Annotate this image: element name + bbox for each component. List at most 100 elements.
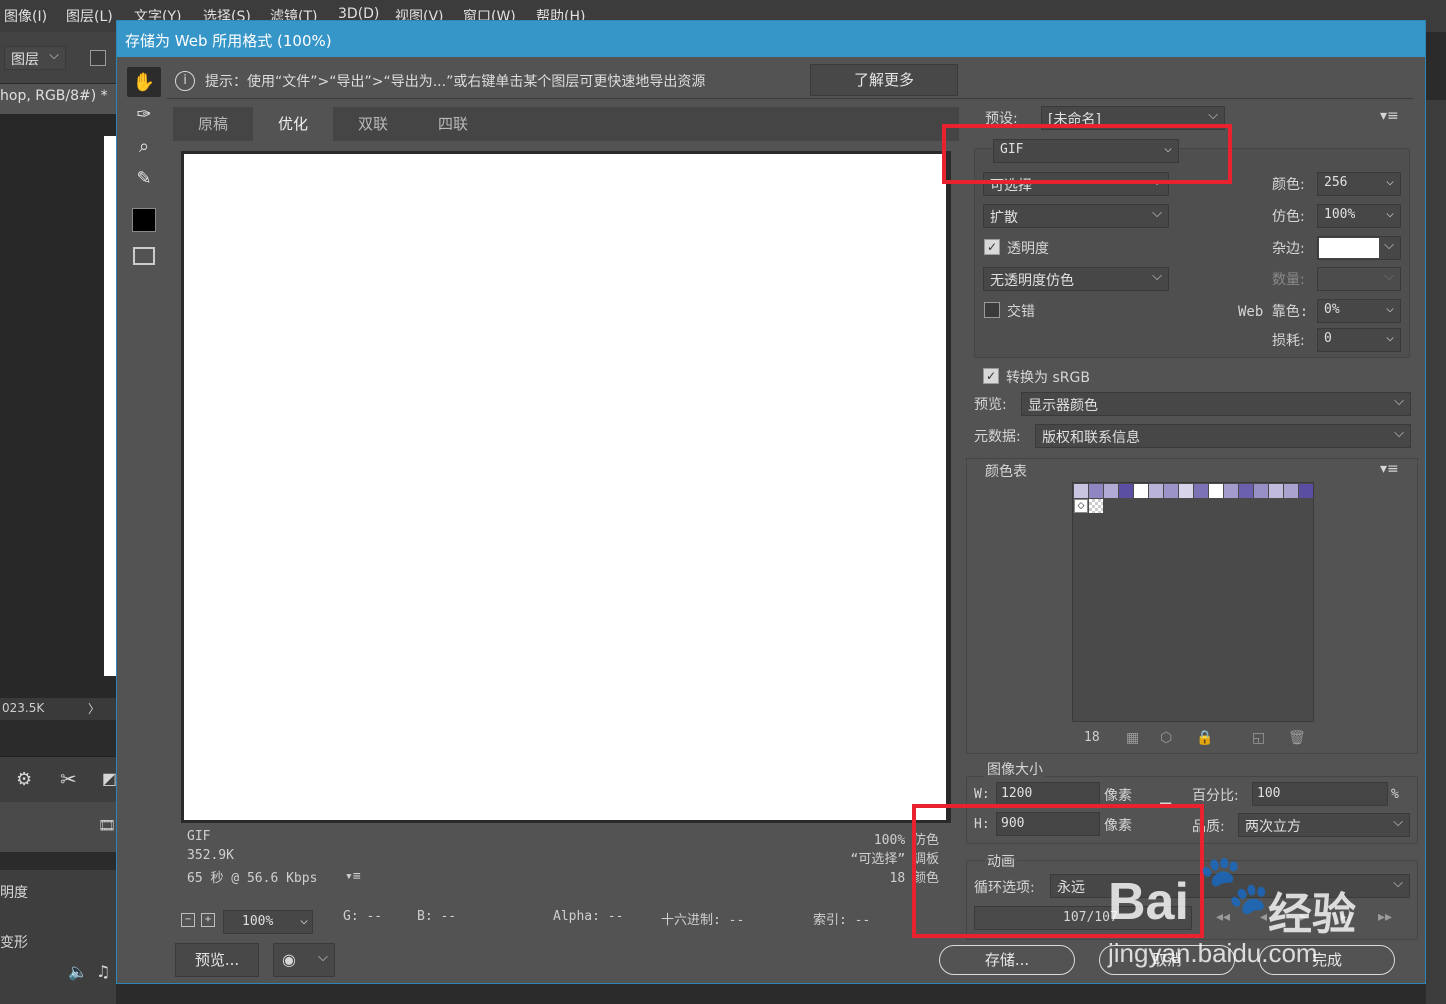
color-swatch[interactable] (1164, 484, 1178, 498)
scissors-icon[interactable]: ✂ (60, 767, 77, 791)
chevron-down-icon: ⌵ (300, 913, 308, 928)
width-input[interactable]: 1200 (996, 782, 1100, 806)
save-button[interactable]: 存储... (939, 945, 1075, 975)
eyedropper-tool-icon[interactable]: ✎ (127, 163, 161, 193)
dither-label: 仿色: (1272, 209, 1305, 225)
percent-input[interactable]: 100 (1252, 782, 1388, 806)
transparency-checkbox[interactable]: ✓ (984, 239, 1000, 255)
chevron-down-icon: ⌵ (1386, 206, 1394, 221)
quality-select[interactable]: 两次立方 ⌵ (1238, 813, 1410, 837)
interlaced-label: 交错 (1007, 304, 1035, 320)
color-swatch[interactable] (1104, 484, 1118, 498)
color-swatch[interactable] (1299, 484, 1313, 498)
tab-2up[interactable]: 双联 (333, 107, 413, 141)
colors-label: 颜色: (1272, 177, 1305, 193)
download-speed-menu-icon[interactable]: ▾≡ (345, 869, 361, 884)
auto-select-checkbox[interactable] (90, 50, 106, 66)
gear-icon[interactable]: ⚙ (16, 769, 32, 790)
dialog-title: 存储为 Web 所用格式 (100%) (125, 32, 332, 50)
color-swatch[interactable] (1089, 484, 1103, 498)
lossy-label: 损耗: (1272, 333, 1305, 349)
tab-4up[interactable]: 四联 (413, 107, 493, 141)
readout-index: 索引: -- (813, 913, 871, 928)
info-icon: i (175, 71, 195, 91)
audio-icon[interactable]: 🔈 (68, 962, 88, 981)
readout-b: B: -- (417, 909, 457, 924)
chevron-down-icon: ⌵ (318, 950, 328, 965)
preview-mode-value: 显示器颜色 (1028, 398, 1098, 414)
color-swatch[interactable] (1239, 484, 1253, 498)
map-transparency-icon[interactable]: ▦ (1126, 730, 1139, 746)
color-swatch[interactable] (1149, 484, 1163, 498)
menu-image[interactable]: 图像(I) (4, 6, 47, 26)
zoom-in-icon[interactable]: + (201, 913, 215, 927)
transition-icon[interactable]: ◩ (102, 769, 117, 788)
view-tabs: 原稿 优化 双联 四联 (173, 107, 959, 141)
transparency-dither-select[interactable]: 无透明度仿色 ⌵ (983, 267, 1169, 291)
chevron-right-icon[interactable]: 〉 (88, 700, 100, 717)
metadata-select[interactable]: 版权和联系信息 ⌵ (1035, 424, 1411, 448)
paw-icon: 🐾 (1198, 850, 1271, 918)
eyedropper-color-swatch[interactable] (127, 205, 161, 235)
web-snap-select[interactable]: 0% ⌵ (1317, 299, 1401, 323)
lock-icon[interactable]: 🔒 (1196, 730, 1213, 746)
chevron-down-icon: ⌵ (1386, 174, 1394, 189)
dither-algorithm-select[interactable]: 扩散 ⌵ (983, 204, 1169, 228)
interlaced-checkbox[interactable] (984, 302, 1000, 318)
preview-mode-select[interactable]: 显示器颜色 ⌵ (1021, 392, 1411, 416)
color-table-menu-icon[interactable]: ▾≡ (1380, 461, 1399, 477)
ps-options-bar: 图层 ⌵ (0, 32, 116, 84)
new-color-icon[interactable]: ◱ (1252, 730, 1265, 746)
trash-icon[interactable]: 🗑 (1288, 730, 1306, 746)
matte-select[interactable]: ⌵ (1317, 236, 1401, 260)
ps-status-bar: 023.5K 〉 (0, 698, 116, 720)
hand-tool-icon[interactable]: ✋ (127, 67, 161, 97)
toggle-slices-icon[interactable] (127, 241, 161, 271)
colors-select[interactable]: 256 ⌵ (1317, 172, 1401, 196)
dialog-titlebar[interactable]: 存储为 Web 所用格式 (100%) (117, 21, 1425, 57)
slice-select-tool-icon[interactable]: ✑ (127, 99, 161, 129)
preview-button[interactable]: 预览... (175, 943, 259, 977)
menu-layer[interactable]: 图层(L) (66, 6, 113, 26)
dither-amount-select[interactable]: 100% ⌵ (1317, 204, 1401, 228)
document-tab[interactable]: hop, RGB/8#) * (0, 84, 116, 114)
web-shift-icon[interactable]: ⬡ (1160, 730, 1172, 746)
color-swatch[interactable] (1254, 484, 1268, 498)
tab-original[interactable]: 原稿 (173, 107, 253, 141)
chevron-down-icon: ⌵ (1386, 301, 1394, 316)
colors-value: 256 (1324, 175, 1348, 190)
preview-info: GIF 352.9K 65 秒 @ 56.6 Kbps ▾≡ 100% 仿色 “… (183, 829, 943, 889)
zoom-tool-icon[interactable]: ⌕ (127, 131, 161, 161)
preset-menu-icon[interactable]: ▾≡ (1380, 108, 1399, 124)
panel-item-opacity[interactable]: 明度 (0, 882, 28, 902)
browser-globe-icon: ◉ (282, 950, 296, 969)
music-icon[interactable]: ♫ (96, 962, 110, 981)
color-swatch[interactable] (1194, 484, 1208, 498)
browser-preview-button[interactable]: ◉ ⌵ (273, 943, 335, 977)
tab-optimized[interactable]: 优化 (253, 107, 333, 141)
transparent-swatch-icon[interactable]: ◇ (1074, 499, 1088, 513)
convert-srgb-checkbox[interactable]: ✓ (983, 368, 999, 384)
color-swatch[interactable] (1284, 484, 1298, 498)
color-swatch[interactable] (1134, 484, 1148, 498)
lossy-select[interactable]: 0 ⌵ (1317, 328, 1401, 352)
transparency-label: 透明度 (1007, 241, 1049, 257)
zoom-level-value: 100% (242, 914, 274, 929)
info-format: GIF (187, 829, 211, 844)
layers-dropdown[interactable]: 图层 ⌵ (4, 46, 66, 70)
checker-swatch[interactable] (1089, 499, 1103, 513)
preview-area (173, 141, 959, 851)
color-swatch[interactable] (1269, 484, 1283, 498)
zoom-level-select[interactable]: 100% ⌵ (223, 910, 313, 934)
amount-select: ⌵ (1317, 267, 1401, 291)
preview-image[interactable] (184, 154, 946, 820)
zoom-out-icon[interactable]: − (181, 913, 195, 927)
panel-item-transform[interactable]: 变形 (0, 932, 28, 952)
zoom-bar: − + 100% ⌵ G: -- B: -- Alpha: -- 十六进制: --… (173, 901, 959, 937)
color-swatch[interactable] (1224, 484, 1238, 498)
color-swatch[interactable] (1074, 484, 1088, 498)
color-swatch[interactable] (1209, 484, 1223, 498)
learn-more-button[interactable]: 了解更多 (810, 64, 958, 96)
color-swatch[interactable] (1119, 484, 1133, 498)
color-swatch[interactable] (1179, 484, 1193, 498)
